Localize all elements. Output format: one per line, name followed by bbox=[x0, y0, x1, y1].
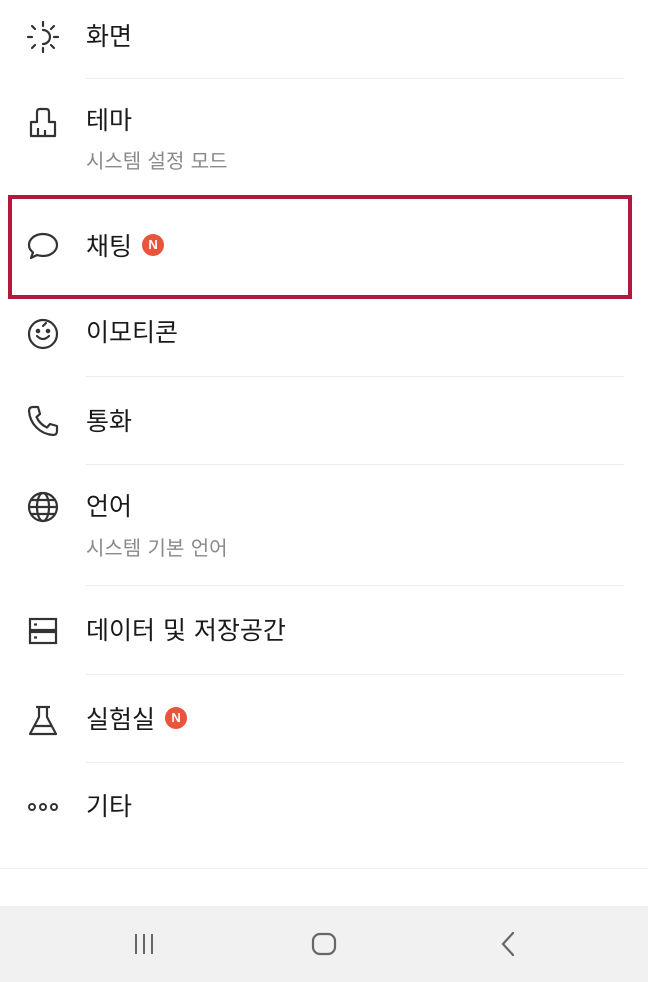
selection-highlight bbox=[8, 195, 632, 299]
menu-item-etc[interactable]: 기타 bbox=[0, 763, 648, 851]
more-dots-icon bbox=[26, 790, 60, 824]
globe-icon bbox=[26, 490, 60, 524]
menu-item-language[interactable]: 언어 시스템 기본 언어 bbox=[0, 465, 648, 585]
menu-item-data-storage[interactable]: 데이터 및 저장공간 bbox=[0, 586, 648, 674]
menu-item-label-text: 실험실 bbox=[86, 705, 156, 734]
menu-item-theme[interactable]: 테마 시스템 설정 모드 bbox=[0, 79, 648, 186]
phone-icon bbox=[26, 404, 60, 438]
new-badge: N bbox=[165, 707, 188, 729]
menu-item-display[interactable]: 화면 bbox=[0, 0, 648, 78]
menu-item-lab[interactable]: 실험실 N bbox=[0, 675, 648, 762]
divider bbox=[0, 868, 648, 869]
menu-item-label: 이모티콘 bbox=[86, 318, 179, 347]
smiley-icon bbox=[26, 317, 60, 351]
menu-item-emoticon[interactable]: 이모티콘 bbox=[0, 300, 648, 376]
menu-item-label: 기타 bbox=[86, 792, 133, 821]
menu-item-label: 테마 bbox=[86, 106, 133, 135]
back-button[interactable] bbox=[488, 924, 528, 964]
menu-item-label: 실험실 N bbox=[86, 705, 188, 735]
home-icon bbox=[311, 932, 337, 956]
flask-icon bbox=[26, 704, 60, 738]
home-button[interactable] bbox=[304, 924, 344, 964]
menu-item-subtext: 시스템 설정 모드 bbox=[86, 149, 228, 173]
menu-item-label: 언어 bbox=[86, 492, 133, 521]
paint-brush-icon bbox=[26, 106, 60, 140]
back-icon bbox=[501, 931, 515, 957]
storage-icon bbox=[26, 614, 60, 648]
recent-apps-icon bbox=[135, 934, 153, 954]
system-navigation-bar bbox=[0, 906, 648, 982]
display-brightness-icon bbox=[26, 20, 60, 54]
menu-item-subtext: 시스템 기본 언어 bbox=[86, 536, 228, 560]
menu-item-call[interactable]: 통화 bbox=[0, 377, 648, 464]
menu-item-label: 통화 bbox=[86, 407, 133, 436]
menu-item-label: 화면 bbox=[86, 22, 133, 51]
menu-item-label: 데이터 및 저장공간 bbox=[86, 616, 286, 645]
recent-apps-button[interactable] bbox=[124, 924, 164, 964]
